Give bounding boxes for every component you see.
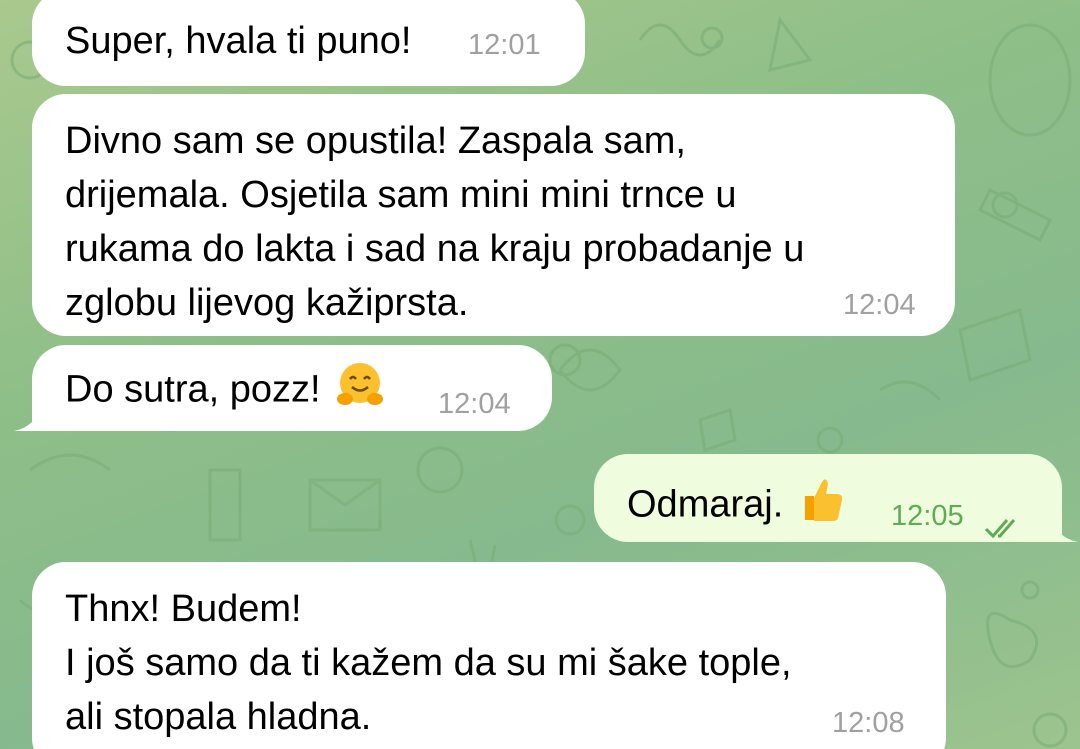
message-bubble-incoming[interactable]: Super, hvala ti puno! 12:01 [32, 0, 585, 86]
message-timestamp: 12:08 [832, 707, 905, 739]
message-timestamp: 12:04 [438, 388, 511, 420]
read-double-check-icon [984, 502, 1026, 556]
hugging-face-icon [335, 359, 385, 424]
message-bubble-incoming[interactable]: Do sutra, pozz! 12:04 [32, 345, 552, 431]
message-bubble-outgoing[interactable]: Odmaraj. 12:05 [594, 454, 1062, 542]
bubble-tail [1048, 512, 1078, 542]
message-text: Thnx! Budem! I još samo da ti kažem da s… [65, 588, 792, 738]
message-text: Odmaraj. [627, 483, 784, 526]
message-bubble-incoming[interactable]: Thnx! Budem! I još samo da ti kažem da s… [32, 562, 946, 749]
message-text: Super, hvala ti puno! [65, 20, 412, 62]
message-bubble-incoming[interactable]: Divno sam se opustila! Zaspala sam, drij… [32, 94, 955, 336]
thumbs-up-icon [797, 474, 847, 539]
message-timestamp: 12:04 [843, 289, 916, 321]
message-timestamp: 12:01 [468, 29, 541, 61]
bubble-tail [14, 401, 44, 431]
message-text: Divno sam se opustila! Zaspala sam, drij… [65, 120, 805, 324]
message-text: Do sutra, pozz! [65, 368, 321, 411]
message-timestamp: 12:05 [891, 500, 964, 532]
